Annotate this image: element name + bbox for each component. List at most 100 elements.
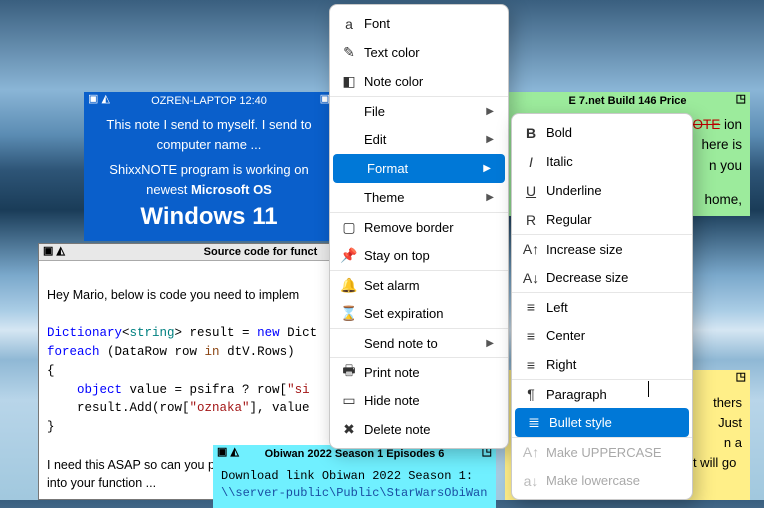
menu-label: Hide note [360,393,494,408]
note-title-bar[interactable]: E 7.net Build 146 Price ◳ [505,92,750,109]
menu-label: Delete note [360,422,494,437]
menu-item-remove-border[interactable]: ▢Remove border [330,212,508,241]
menu-label: Remove border [360,220,494,235]
code: object [77,383,122,397]
note-body: Download link Obiwan 2022 Season 1: \\se… [213,462,496,508]
ucase-icon: A↑ [520,444,542,460]
menu-label: Set alarm [360,278,494,293]
format-item-underline[interactable]: UUnderline [512,176,692,205]
text-caret [648,381,649,397]
text: ion [724,117,742,132]
format-item-make-lowercase: a↓Make lowercase [512,466,692,495]
code: } [47,420,55,434]
menu-item-font[interactable]: aFont [330,9,508,38]
print-icon: 🖶 [338,360,360,384]
note-title: E 7.net Build 146 Price [569,95,687,107]
I-icon: I [520,154,542,170]
menu-label: Set expiration [360,306,494,321]
menu-label: Theme [360,190,486,205]
rborder-icon: ▢ [338,219,360,236]
code: Dictionary [47,326,122,340]
menu-label: Text color [360,45,494,60]
format-item-italic[interactable]: IItalic [512,147,692,176]
dec-icon: A↓ [520,270,542,286]
note-title: OZREN-LAPTOP 12:40 [151,95,267,107]
menu-item-file[interactable]: File▶ [330,96,508,125]
format-submenu[interactable]: BBoldIItalicUUnderlineRRegularA↑Increase… [511,113,693,500]
menu-item-stay-on-top[interactable]: 📌Stay on top [330,241,508,270]
text: Download link Obiwan 2022 Season 1: [221,468,488,485]
text: Just [718,413,742,433]
hide-icon: ▭ [338,392,360,409]
chevron-right-icon: ▶ [483,163,491,174]
context-menu[interactable]: aFont✎Text color◧Note colorFile▶Edit▶For… [329,4,509,449]
code: Dict [280,326,318,340]
inc-icon: A↑ [520,241,542,257]
code: "oznaka" [190,401,250,415]
code: foreach [47,345,100,359]
chevron-right-icon: ▶ [486,134,494,145]
menu-label: Note color [360,74,494,89]
note-controls-left[interactable]: ▣ ◭ [88,94,110,105]
font-icon: a [338,16,360,32]
code: value = psifra ? row[ [122,383,287,397]
menu-item-set-alarm[interactable]: 🔔Set alarm [330,270,508,299]
menu-label: Italic [542,154,678,169]
text: \\server-public\Public\StarWarsObiWan [221,485,488,502]
note-controls-right[interactable]: ◳ [736,372,746,383]
format-item-right[interactable]: ≡Right [512,350,692,379]
menu-item-hide-note[interactable]: ▭Hide note [330,386,508,415]
note-controls-left[interactable]: ▣ ◭ [43,246,65,257]
format-item-paragraph[interactable]: ¶Paragraph [512,379,692,408]
code: string [130,326,175,340]
text: This note I send to myself. I send to co… [92,115,326,154]
code [47,383,77,397]
txtcolor-icon: ✎ [338,44,360,61]
menu-item-send-note-to[interactable]: Send note to▶ [330,328,508,357]
chevron-right-icon: ▶ [486,192,494,203]
code: in [205,345,220,359]
menu-label: Increase size [542,242,678,257]
bul-icon: ≣ [523,414,545,431]
menu-label: Send note to [360,336,486,351]
R-icon: R [520,212,542,228]
format-item-regular[interactable]: RRegular [512,205,692,234]
menu-item-print-note[interactable]: 🖶Print note [330,357,508,386]
note-cyan[interactable]: ▣ ◭ Obiwan 2022 Season 1 Episodes 6 ◳ Do… [213,445,496,508]
menu-label: Bold [542,125,678,140]
menu-label: Make UPPERCASE [542,445,678,460]
note-controls-left[interactable]: ▣ ◭ [217,447,239,458]
format-item-decrease-size[interactable]: A↓Decrease size [512,263,692,292]
code: ], value [250,401,310,415]
format-item-make-uppercase: A↑Make UPPERCASE [512,437,692,466]
menu-item-format[interactable]: Format▶ [333,154,505,183]
format-item-bullet-style[interactable]: ≣Bullet style [515,408,689,437]
para-icon: ¶ [520,386,542,402]
menu-label: Regular [542,212,678,227]
note-title-bar[interactable]: ▣ ◭ OZREN-LAPTOP 12:40 ▣ [84,92,334,109]
code: new [257,326,280,340]
menu-item-text-color[interactable]: ✎Text color [330,38,508,67]
menu-item-delete-note[interactable]: ✖Delete note [330,415,508,444]
format-item-increase-size[interactable]: A↑Increase size [512,234,692,263]
menu-label: File [360,104,486,119]
lcase-icon: a↓ [520,473,542,489]
format-item-bold[interactable]: BBold [512,118,692,147]
pin-icon: 📌 [338,247,360,264]
format-item-center[interactable]: ≡Center [512,321,692,350]
note-controls-right[interactable]: ◳ [736,94,746,105]
menu-item-edit[interactable]: Edit▶ [330,125,508,154]
menu-label: Print note [360,365,494,380]
note-blue[interactable]: ▣ ◭ OZREN-LAPTOP 12:40 ▣ This note I sen… [84,92,334,241]
menu-item-set-expiration[interactable]: ⌛Set expiration [330,299,508,328]
format-item-left[interactable]: ≡Left [512,292,692,321]
U-icon: U [520,183,542,199]
menu-label: Right [542,357,678,372]
menu-item-note-color[interactable]: ◧Note color [330,67,508,96]
text-bold: Microsoft OS [191,182,272,197]
chevron-right-icon: ▶ [486,106,494,117]
code: (DataRow row [100,345,205,359]
menu-item-theme[interactable]: Theme▶ [330,183,508,212]
menu-label: Paragraph [542,387,678,402]
note-title: Source code for funct [204,246,318,258]
